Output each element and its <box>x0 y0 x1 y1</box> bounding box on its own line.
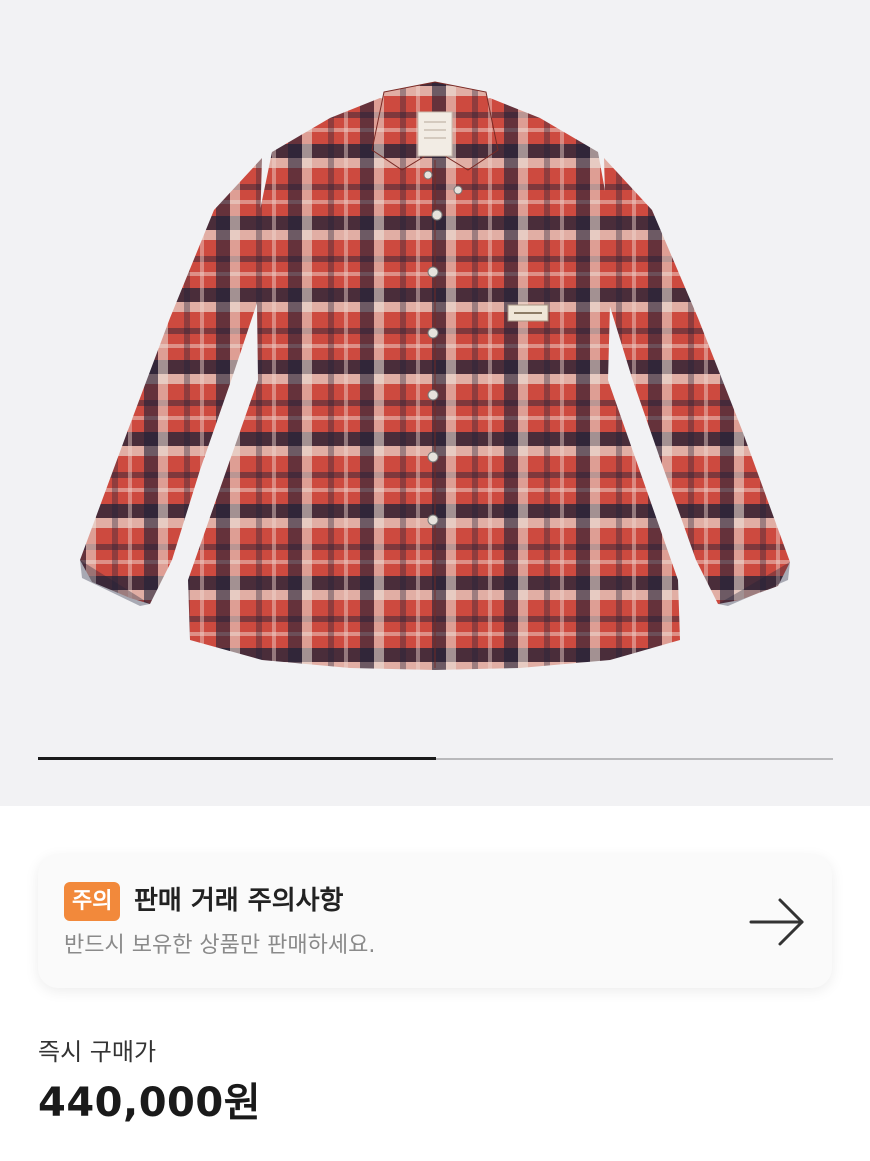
caution-badge: 주의 <box>64 882 121 921</box>
shirt-illustration <box>80 81 790 670</box>
instant-buy-price-value: 440,000원 <box>38 1080 261 1126</box>
carousel-progress-fill <box>38 757 436 760</box>
sale-caution-card[interactable]: 주의 판매 거래 주의사항 반드시 보유한 상품만 판매하세요. <box>38 855 832 988</box>
caution-subtitle: 반드시 보유한 상품만 판매하세요. <box>64 933 376 958</box>
caution-title: 판매 거래 주의사항 <box>134 886 344 916</box>
instant-buy-price-label: 즉시 구매가 <box>38 1038 157 1066</box>
product-image-gallery[interactable] <box>0 0 870 806</box>
product-image[interactable] <box>0 0 870 720</box>
arrow-right-icon[interactable] <box>748 893 806 951</box>
image-carousel-indicator <box>38 757 833 760</box>
